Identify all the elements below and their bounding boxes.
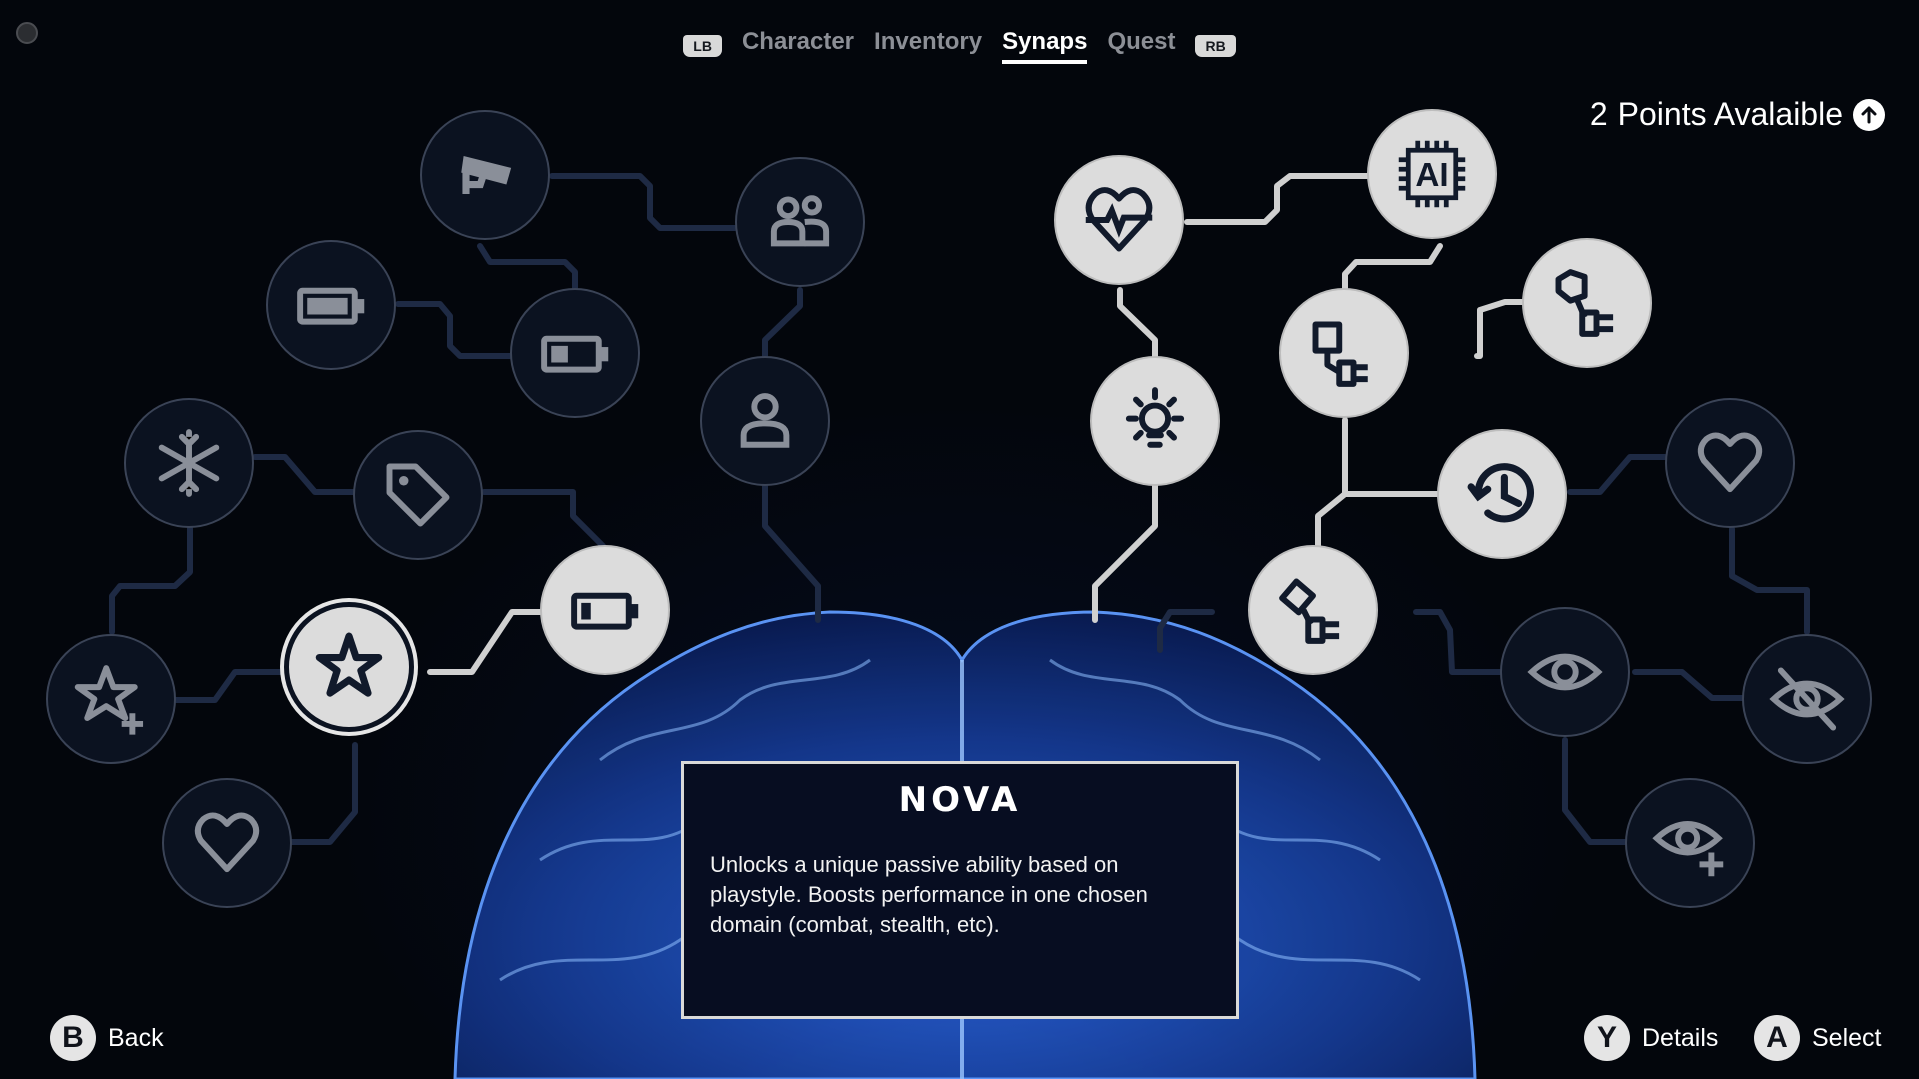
eye-off-icon	[1769, 667, 1845, 731]
heart-icon	[194, 812, 260, 873]
battery-half-icon	[541, 335, 609, 373]
eye-plus-icon	[1652, 821, 1724, 877]
history-icon	[1467, 463, 1535, 523]
node-plug-low[interactable]	[1248, 545, 1378, 675]
ai-chip-icon: AI	[1398, 140, 1466, 208]
node-heart-left[interactable]	[162, 778, 292, 908]
node-eye[interactable]	[1500, 607, 1630, 737]
select-button[interactable]: A Select	[1754, 1015, 1881, 1061]
node-plug-mid[interactable]	[1279, 288, 1409, 418]
skill-description: Unlocks a unique passive ability based o…	[710, 852, 1148, 937]
b-button-icon: B	[50, 1015, 96, 1061]
a-button-icon: A	[1754, 1015, 1800, 1061]
node-battery-full[interactable]	[266, 240, 396, 370]
points-available: 2 Points Avalaible	[1590, 96, 1885, 133]
security-camera-icon	[461, 156, 512, 194]
node-nova-star[interactable]	[284, 602, 414, 732]
node-tag[interactable]	[353, 430, 483, 560]
plug-icon	[1279, 578, 1340, 644]
plug-icon	[1555, 269, 1614, 337]
node-user[interactable]	[700, 356, 830, 486]
skill-info-panel: NOVA Unlocks a unique passive ability ba…	[681, 761, 1239, 1019]
star-icon	[315, 632, 383, 697]
node-eye-plus[interactable]	[1625, 778, 1755, 908]
node-heartbeat[interactable]	[1054, 155, 1184, 285]
node-lightbulb[interactable]	[1090, 356, 1220, 486]
ai-chip-label: AI	[1415, 157, 1448, 194]
tab-quest[interactable]: Quest	[1107, 28, 1175, 64]
node-star-plus[interactable]	[46, 634, 176, 764]
battery-low-icon	[571, 592, 639, 630]
node-snowflake[interactable]	[124, 398, 254, 528]
node-heart-right[interactable]	[1665, 398, 1795, 528]
back-button[interactable]: B Back	[50, 1015, 164, 1061]
back-label: Back	[108, 1023, 164, 1052]
top-navigation: LB Character Inventory Synaps Quest RB	[0, 26, 1919, 66]
points-label: Points Avalaible	[1617, 96, 1843, 132]
details-label: Details	[1642, 1023, 1719, 1052]
tab-synaps[interactable]: Synaps	[1002, 28, 1088, 64]
node-security-camera[interactable]	[420, 110, 550, 240]
battery-full-icon	[297, 287, 365, 325]
eye-icon	[1527, 653, 1603, 691]
tag-icon	[386, 463, 450, 527]
tab-inventory[interactable]: Inventory	[874, 28, 982, 64]
rb-bumper-button[interactable]: RB	[1195, 35, 1236, 57]
node-battery-half[interactable]	[510, 288, 640, 418]
node-history[interactable]	[1437, 429, 1567, 559]
snowflake-icon	[158, 429, 220, 497]
node-plug-right[interactable]	[1522, 238, 1652, 368]
arrow-up-icon	[1853, 98, 1885, 131]
star-plus-icon	[74, 665, 144, 735]
user-icon	[740, 393, 790, 448]
tab-character[interactable]: Character	[742, 28, 854, 64]
select-label: Select	[1812, 1023, 1882, 1052]
lightbulb-icon	[1125, 387, 1185, 448]
lb-bumper-button[interactable]: LB	[683, 35, 722, 57]
node-battery-low[interactable]	[540, 545, 670, 675]
y-button-icon: Y	[1584, 1015, 1630, 1061]
node-ai-chip[interactable]: AI	[1367, 109, 1497, 239]
heart-icon	[1697, 432, 1763, 493]
heartbeat-icon	[1085, 187, 1153, 252]
users-icon	[770, 195, 830, 247]
node-team[interactable]	[735, 157, 865, 287]
points-count: 2	[1589, 96, 1608, 132]
plug-icon	[1312, 321, 1368, 387]
details-button[interactable]: Y Details	[1584, 1015, 1718, 1061]
skill-title: NOVA	[898, 780, 1022, 820]
node-eye-off[interactable]	[1742, 634, 1872, 764]
